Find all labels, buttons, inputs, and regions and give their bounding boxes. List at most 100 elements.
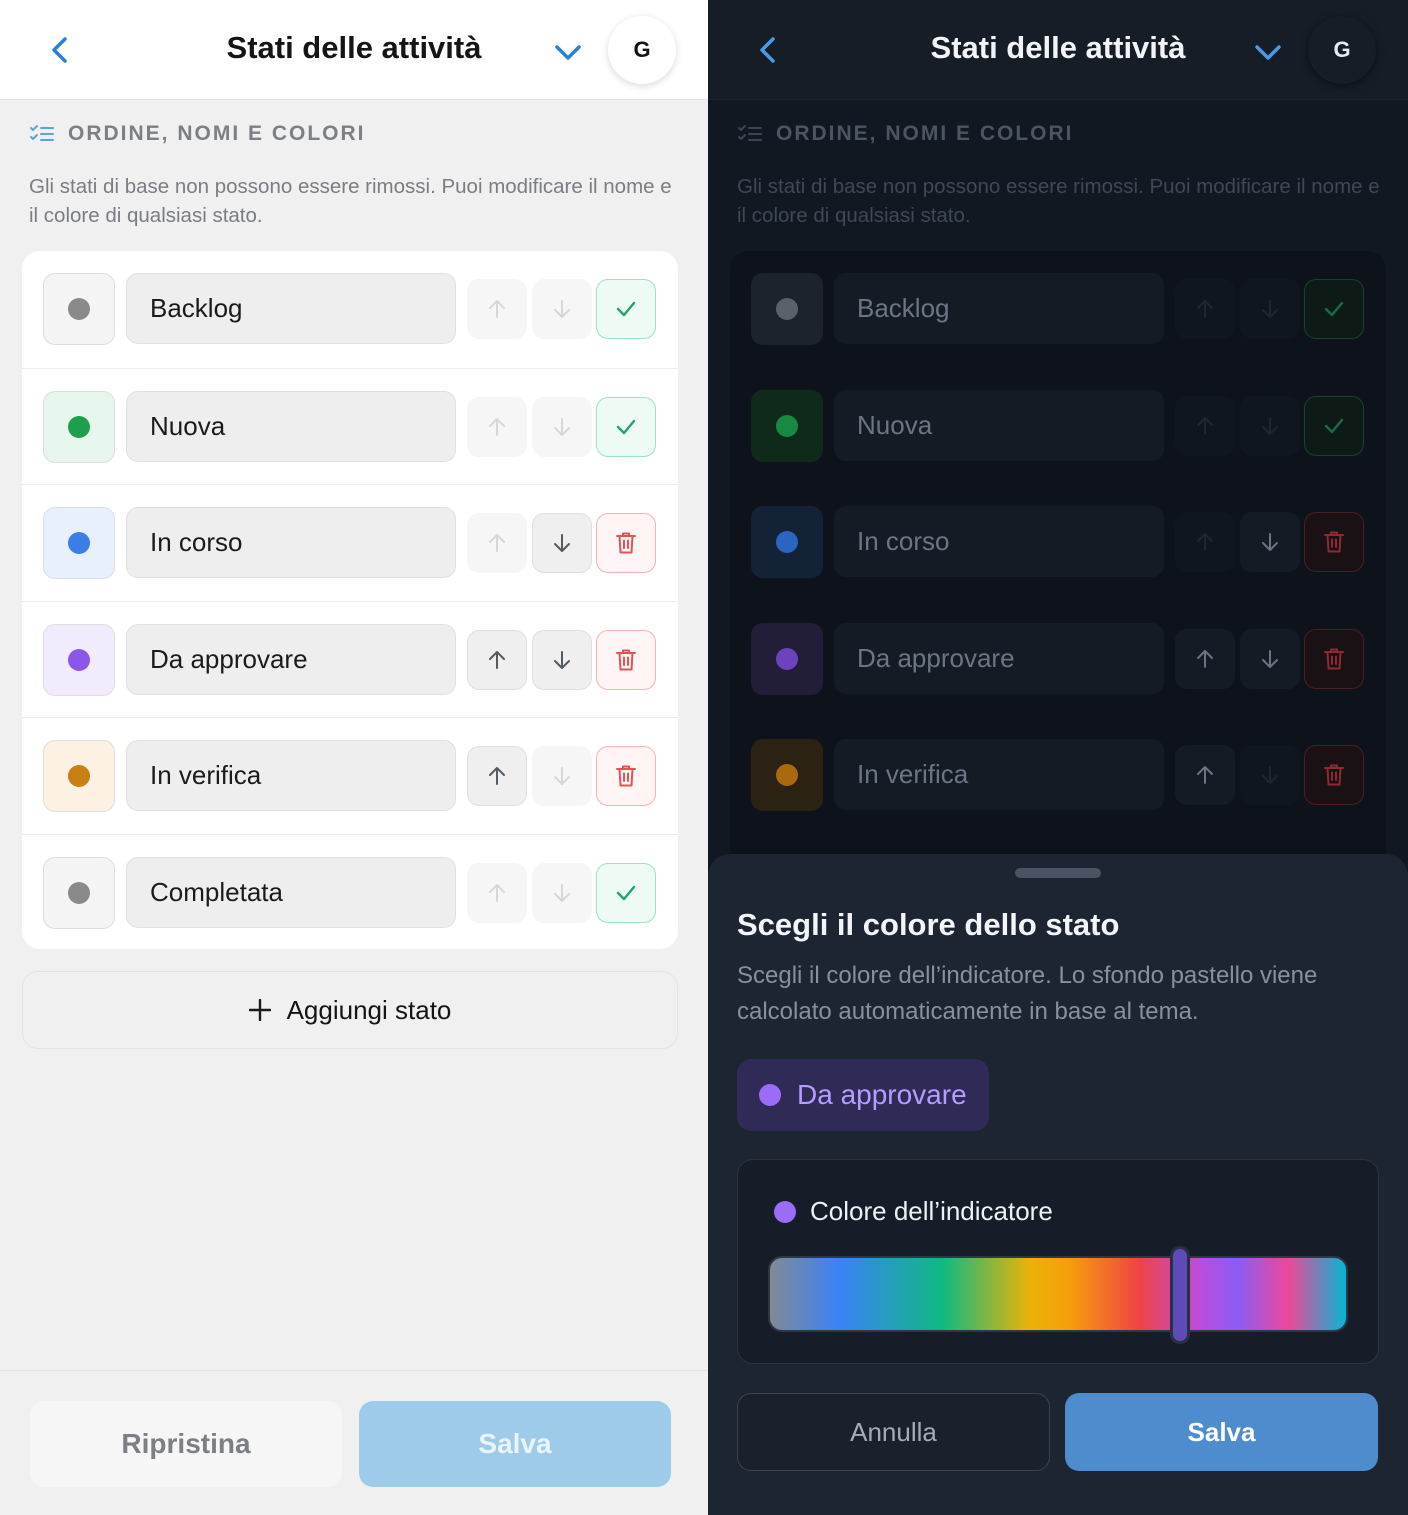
status-name-input[interactable]: Completata: [126, 856, 456, 928]
move-up-button[interactable]: [1175, 395, 1235, 456]
section-description: Gli stati di base non possono essere rim…: [29, 175, 672, 227]
hue-slider-thumb[interactable]: [1169, 1246, 1190, 1344]
sheet-grab-handle[interactable]: [1015, 868, 1101, 878]
add-status-button[interactable]: Aggiungi stato: [22, 971, 678, 1049]
move-down-button[interactable]: [1240, 628, 1300, 689]
status-color-swatch[interactable]: [43, 507, 115, 580]
move-up-button[interactable]: [1175, 279, 1235, 339]
base-status-check-button[interactable]: [596, 279, 656, 339]
check-icon: [1324, 418, 1344, 433]
move-up-button[interactable]: [1175, 628, 1235, 689]
status-name-input[interactable]: Da approvare: [834, 622, 1164, 694]
footer-bar: Ripristina Salva: [0, 1370, 708, 1515]
status-color-swatch[interactable]: [43, 856, 115, 929]
avatar[interactable]: G: [608, 16, 676, 84]
status-name-input[interactable]: In corso: [834, 506, 1164, 578]
move-down-button[interactable]: [532, 629, 592, 690]
status-color-dot: [68, 765, 90, 788]
arrow-down-icon: [1262, 300, 1278, 318]
status-name-input[interactable]: In verifica: [126, 740, 456, 812]
arrow-down-icon: [554, 767, 570, 786]
indicator-color-label: Colore dell’indicatore: [810, 1196, 1053, 1226]
section-heading: ORDINE, NOMI E COLORI: [30, 122, 366, 146]
arrow-up-icon: [489, 417, 505, 436]
check-icon: [616, 419, 636, 434]
trash-icon: [616, 532, 636, 554]
trash-icon: [1324, 531, 1344, 553]
arrow-down-icon: [1262, 649, 1278, 668]
move-up-button[interactable]: [467, 746, 527, 807]
move-down-button[interactable]: [532, 279, 592, 339]
move-down-button[interactable]: [532, 862, 592, 923]
status-list: Backlog Nuova In corso Da approvare In verif…: [22, 251, 678, 949]
status-name-input[interactable]: Nuova: [126, 390, 456, 462]
avatar-dark[interactable]: G: [1308, 16, 1376, 84]
status-name-input[interactable]: Backlog: [834, 273, 1164, 344]
hue-slider[interactable]: [768, 1246, 1348, 1344]
dark-theme-screen: Stati delle attività G ORDINE, NOMI E CO…: [708, 0, 1408, 1515]
sheet-save-button[interactable]: Salva: [1065, 1393, 1378, 1471]
status-color-swatch[interactable]: [751, 739, 823, 812]
base-status-check-button[interactable]: [596, 396, 656, 457]
delete-status-button[interactable]: [596, 513, 656, 574]
delete-status-button[interactable]: [596, 629, 656, 690]
arrow-down-icon: [1262, 416, 1278, 435]
status-name-input[interactable]: Nuova: [834, 389, 1164, 461]
move-down-button[interactable]: [1240, 395, 1300, 456]
status-color-dot: [776, 414, 798, 437]
move-up-button[interactable]: [467, 862, 527, 923]
arrow-down-icon: [554, 417, 570, 436]
move-down-button[interactable]: [532, 396, 592, 457]
reset-button[interactable]: Ripristina: [30, 1401, 342, 1487]
move-down-button[interactable]: [1240, 279, 1300, 339]
color-picker-sheet: Scegli il colore dello stato Scegli il c…: [708, 854, 1408, 1515]
cancel-button[interactable]: Annulla: [737, 1393, 1050, 1471]
move-down-button[interactable]: [532, 746, 592, 807]
delete-status-button[interactable]: [1304, 512, 1364, 573]
arrow-up-icon: [489, 883, 505, 902]
status-name-input[interactable]: Backlog: [126, 273, 456, 344]
status-name-input[interactable]: In corso: [126, 507, 456, 579]
status-name-input[interactable]: In verifica: [834, 739, 1164, 811]
status-color-swatch[interactable]: [43, 740, 115, 813]
title-dropdown-button-dark[interactable]: [1248, 32, 1288, 72]
base-status-check-button[interactable]: [596, 862, 656, 923]
status-row: Nuova: [22, 367, 678, 485]
move-up-button[interactable]: [467, 396, 527, 457]
page-title: Stati delle attività: [226, 30, 482, 65]
status-name-input[interactable]: Da approvare: [126, 623, 456, 695]
move-up-button[interactable]: [1175, 512, 1235, 573]
status-color-swatch[interactable]: [751, 273, 823, 345]
status-color-swatch[interactable]: [751, 622, 823, 695]
status-row: Nuova: [730, 368, 1386, 485]
delete-status-button[interactable]: [1304, 745, 1364, 806]
delete-status-button[interactable]: [596, 746, 656, 807]
move-down-button[interactable]: [532, 513, 592, 574]
status-color-swatch[interactable]: [751, 506, 823, 579]
arrow-down-icon: [1262, 533, 1278, 552]
trash-icon: [616, 649, 636, 671]
section-heading-dark: ORDINE, NOMI E COLORI: [738, 122, 1074, 146]
status-color-swatch[interactable]: [43, 390, 115, 463]
arrow-down-icon: [554, 883, 570, 902]
delete-status-button[interactable]: [1304, 628, 1364, 689]
move-up-button[interactable]: [467, 279, 527, 339]
arrow-up-icon: [489, 300, 505, 318]
move-down-button[interactable]: [1240, 745, 1300, 806]
status-color-swatch[interactable]: [43, 623, 115, 696]
move-up-button[interactable]: [467, 513, 527, 574]
status-color-swatch[interactable]: [43, 273, 115, 345]
move-down-button[interactable]: [1240, 512, 1300, 573]
add-status-label: Aggiungi stato: [286, 994, 452, 1025]
base-status-check-button[interactable]: [1304, 395, 1364, 456]
arrow-up-icon: [1197, 766, 1213, 785]
title-dropdown-button[interactable]: [548, 32, 588, 72]
base-status-check-button[interactable]: [1304, 279, 1364, 339]
arrow-up-icon: [1197, 416, 1213, 435]
move-up-button[interactable]: [1175, 745, 1235, 806]
checklist-icon: [738, 125, 762, 141]
move-up-button[interactable]: [467, 629, 527, 690]
save-button[interactable]: Salva: [359, 1401, 671, 1487]
arrow-up-icon: [1197, 533, 1213, 552]
status-color-swatch[interactable]: [751, 389, 823, 462]
